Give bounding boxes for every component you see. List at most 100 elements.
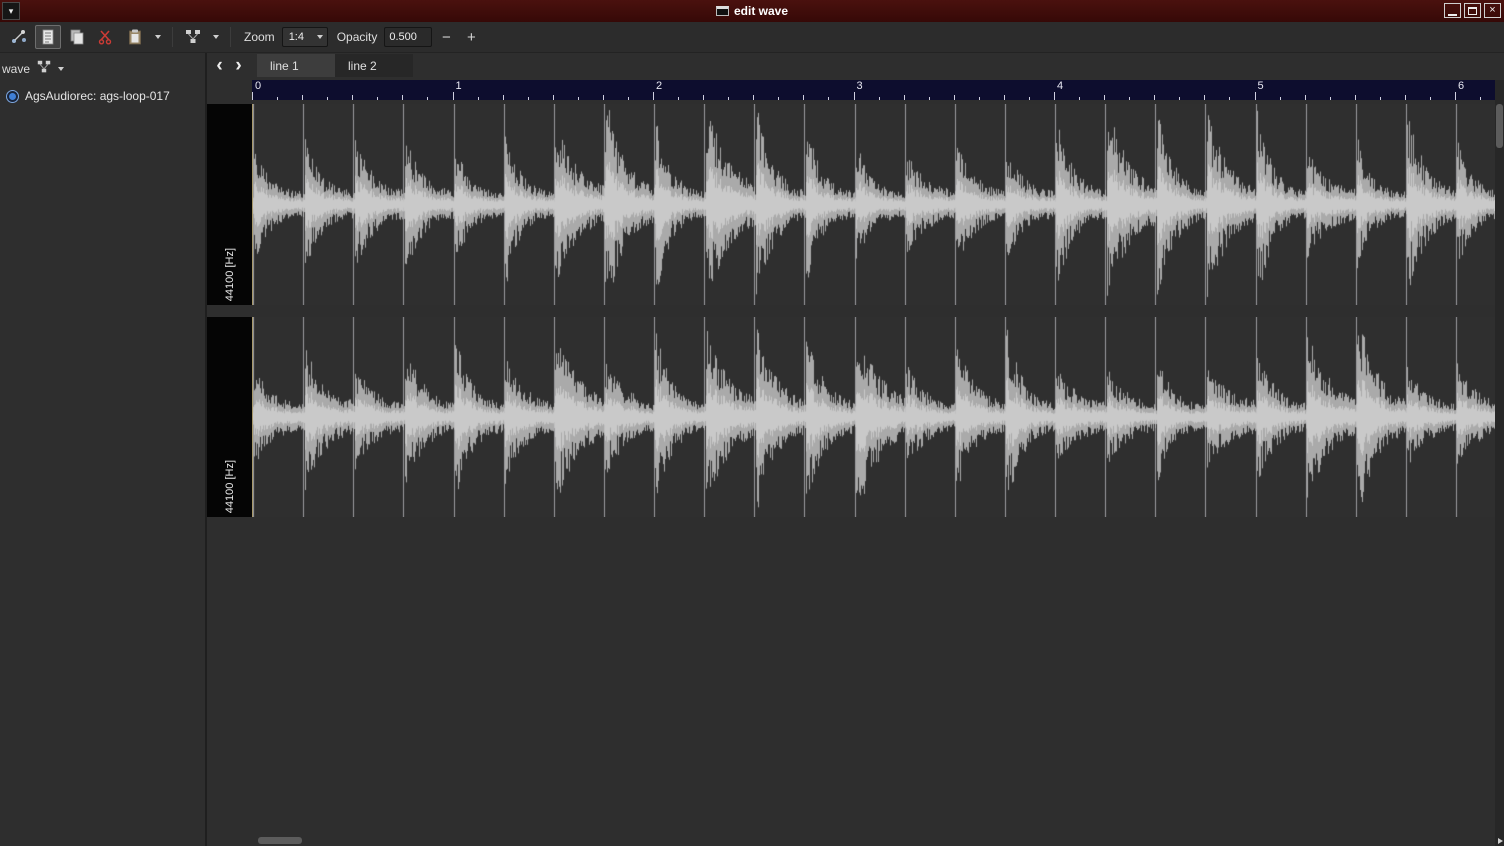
horizontal-scrollbar-handle[interactable] (258, 837, 302, 844)
ruler-tick (1129, 97, 1130, 100)
position-tool-icon (10, 28, 28, 46)
ruler-tick (1405, 95, 1406, 100)
ruler-tick (929, 97, 930, 100)
maximize-icon (1468, 7, 1477, 15)
copy-icon (68, 28, 86, 46)
ruler-tick (1280, 97, 1281, 100)
tab-prev-button[interactable]: ‹ (210, 54, 229, 77)
opacity-decrease-button[interactable]: − (435, 26, 457, 48)
ruler-number: 2 (656, 80, 662, 92)
ruler-tick (753, 95, 754, 100)
maximize-button[interactable] (1464, 3, 1481, 18)
ruler-tick (402, 95, 403, 100)
ruler-tick (377, 97, 378, 100)
zoom-label: Zoom (244, 30, 275, 44)
chevron-down-icon (317, 35, 323, 39)
copy-button[interactable] (64, 25, 90, 49)
ruler-number: 0 (255, 80, 261, 92)
close-button[interactable]: × (1484, 3, 1501, 18)
machine-list-item[interactable]: AgsAudiorec: ags-loop-017 (0, 79, 205, 103)
ruler-tick (1054, 92, 1055, 100)
toolbar-separator (172, 27, 173, 47)
ruler-tick (803, 95, 804, 100)
paste-dropdown-button[interactable] (151, 25, 165, 49)
vertical-scrollbar-handle[interactable] (1496, 104, 1503, 148)
ruler-tick (1305, 95, 1306, 100)
ruler-tick (1079, 97, 1080, 100)
ruler-tick (427, 97, 428, 100)
ruler-tick (1029, 97, 1030, 100)
position-tool-button[interactable] (6, 25, 32, 49)
ruler-tick (1455, 92, 1456, 100)
waveform-canvas-2[interactable] (253, 317, 1495, 517)
minimize-icon (1448, 14, 1457, 16)
ruler-tick (478, 97, 479, 100)
chevron-down-icon (155, 35, 161, 39)
tab-next-button[interactable]: › (229, 54, 248, 77)
tool-dropdown-button[interactable] (209, 25, 223, 49)
ruler-tick (277, 97, 278, 100)
ruler-tick (1430, 97, 1431, 100)
zoom-combobox[interactable]: 1:4 (282, 27, 328, 47)
ruler-tick (1380, 97, 1381, 100)
horizontal-scrollbar[interactable] (207, 836, 1495, 845)
window-menu-icon: ▾ (9, 6, 14, 17)
tab-line-2[interactable]: line 2 (335, 54, 413, 77)
ruler-tick (979, 97, 980, 100)
ruler-tick (1480, 97, 1481, 100)
wave-tool-icon[interactable] (36, 59, 52, 80)
wave-editor: ‹ › line 1 line 2 0123456 44100 [Hz] 441… (207, 53, 1504, 846)
ruler-tick (854, 92, 855, 100)
zoom-value: 1:4 (289, 31, 313, 43)
samplerate-strip: 44100 [Hz] (207, 104, 252, 305)
ruler-tick (828, 97, 829, 100)
ruler-tick (1004, 95, 1005, 100)
paste-icon (126, 28, 144, 46)
tab-bar: line 1 line 2 (257, 54, 413, 77)
tool-boxes-icon (184, 28, 202, 46)
scroll-right-arrow-icon[interactable] (1498, 838, 1503, 844)
opacity-input[interactable] (384, 27, 432, 47)
wave-panel-1: 44100 [Hz] (207, 104, 1495, 305)
time-ruler[interactable]: 0123456 (252, 80, 1495, 100)
ruler-tick (453, 92, 454, 100)
sidebar-header: wave (0, 53, 205, 79)
toolbar-separator (230, 27, 231, 47)
tool-popup-button[interactable] (180, 25, 206, 49)
samplerate-label: 44100 [Hz] (224, 460, 236, 513)
ruler-tick (1255, 92, 1256, 100)
ruler-number: 6 (1458, 80, 1464, 92)
edit-tool-button[interactable] (35, 25, 61, 49)
window-menu-button[interactable]: ▾ (2, 2, 20, 20)
ruler-tick (628, 97, 629, 100)
tab-line-1[interactable]: line 1 (257, 54, 335, 77)
vertical-scrollbar[interactable] (1495, 80, 1504, 846)
window-icon (716, 6, 729, 16)
ruler-tick (252, 92, 253, 100)
ruler-tick (703, 95, 704, 100)
ruler-tick (553, 95, 554, 100)
ruler-number: 1 (456, 80, 462, 92)
sidebar: wave AgsAudiorec: ags-loop-017 (0, 53, 205, 846)
toolbar: Zoom 1:4 Opacity − + (0, 22, 1504, 53)
ruler-number: 4 (1057, 80, 1063, 92)
ruler-tick (1355, 95, 1356, 100)
window-title: edit wave (734, 4, 788, 18)
opacity-increase-button[interactable]: + (460, 26, 482, 48)
ruler-tick (879, 97, 880, 100)
chevron-down-icon[interactable] (58, 67, 64, 71)
cut-button[interactable] (93, 25, 119, 49)
waveform-canvas-1[interactable] (253, 104, 1495, 305)
paste-button[interactable] (122, 25, 148, 49)
ruler-tick (954, 95, 955, 100)
ruler-tick (904, 95, 905, 100)
window-controls: × (1441, 3, 1501, 18)
tab-nav: ‹ › (210, 54, 248, 77)
ruler-tick (1179, 97, 1180, 100)
ruler-tick (1204, 95, 1205, 100)
machine-radio[interactable] (6, 90, 19, 103)
wave-section-label: wave (2, 62, 30, 76)
minimize-button[interactable] (1444, 3, 1461, 18)
ruler-tick (352, 95, 353, 100)
ruler-tick (528, 97, 529, 100)
